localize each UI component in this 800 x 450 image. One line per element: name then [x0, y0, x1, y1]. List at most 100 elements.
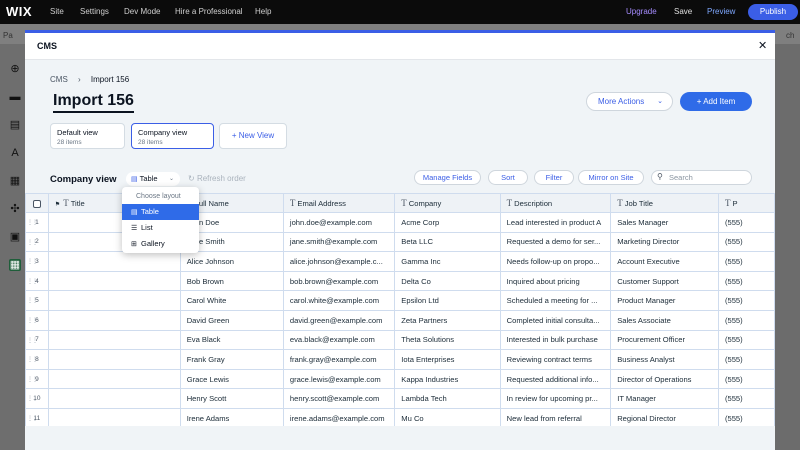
- layout-option-table[interactable]: ▤ Table: [122, 204, 199, 220]
- column-header-job-title[interactable]: T Job Title: [610, 193, 719, 213]
- more-actions-button[interactable]: More Actions ⌄: [586, 92, 673, 111]
- cms-icon[interactable]: ▦: [9, 259, 21, 271]
- cell-company[interactable]: Iota Enterprises: [394, 349, 501, 370]
- cell-full-name[interactable]: Eva Black: [179, 329, 284, 351]
- table-row[interactable]: ⋮⋮ 10 Henry Scott henry.scott@example.com La…: [25, 388, 775, 409]
- row-number[interactable]: ⋮⋮ 11: [25, 407, 49, 426]
- cell-full-name[interactable]: Alice Johnson: [179, 251, 284, 272]
- cell-email[interactable]: frank.gray@example.com: [282, 349, 396, 370]
- cell-email[interactable]: eva.black@example.com: [282, 329, 396, 351]
- cell-description[interactable]: New lead from referral: [499, 407, 612, 426]
- row-number[interactable]: ⋮⋮ 5: [25, 290, 49, 311]
- cell-phone[interactable]: (555): [717, 388, 775, 409]
- cell-title[interactable]: [47, 388, 181, 409]
- table-row[interactable]: ⋮⋮ 3 Alice Johnson alice.johnson@example.c.…: [25, 251, 775, 272]
- row-number[interactable]: ⋮⋮ 4: [25, 270, 49, 292]
- cell-title[interactable]: [47, 407, 181, 426]
- cell-email[interactable]: henry.scott@example.com: [282, 388, 396, 409]
- cell-phone[interactable]: (555): [717, 290, 775, 311]
- cell-job-title[interactable]: Business Analyst: [610, 349, 719, 370]
- cell-full-name[interactable]: Irene Adams: [179, 407, 284, 426]
- pages-icon[interactable]: ▤: [9, 119, 21, 131]
- cell-email[interactable]: irene.adams@example.com: [282, 407, 396, 426]
- layout-option-list[interactable]: ☰ List: [122, 220, 199, 236]
- cell-email[interactable]: david.green@example.com: [282, 309, 396, 331]
- menu-hire-professional[interactable]: Hire a Professional: [175, 7, 243, 16]
- media-icon[interactable]: ▣: [9, 231, 21, 243]
- cell-phone[interactable]: (555): [717, 349, 775, 370]
- cell-company[interactable]: Acme Corp: [394, 212, 501, 233]
- apps-icon[interactable]: ▦: [9, 175, 21, 187]
- row-number[interactable]: ⋮⋮ 1: [25, 212, 49, 233]
- drag-handle-icon[interactable]: ⋮⋮: [27, 278, 38, 285]
- add-item-button[interactable]: + Add Item: [680, 92, 752, 111]
- cell-full-name[interactable]: Grace Lewis: [179, 368, 284, 390]
- drag-handle-icon[interactable]: ⋮⋮: [27, 415, 38, 422]
- cell-job-title[interactable]: Customer Support: [610, 270, 719, 292]
- cell-job-title[interactable]: Marketing Director: [610, 231, 719, 253]
- row-number[interactable]: ⋮⋮ 7: [25, 329, 49, 351]
- drag-handle-icon[interactable]: ⋮⋮: [27, 297, 38, 304]
- table-row[interactable]: ⋮⋮ 4 Bob Brown bob.brown@example.com Delta C…: [25, 270, 775, 292]
- cell-email[interactable]: grace.lewis@example.com: [282, 368, 396, 390]
- cell-full-name[interactable]: David Green: [179, 309, 284, 331]
- cell-description[interactable]: Reviewing contract terms: [499, 349, 612, 370]
- cell-description[interactable]: Interested in bulk purchase: [499, 329, 612, 351]
- cell-email[interactable]: bob.brown@example.com: [282, 270, 396, 292]
- cell-title[interactable]: [47, 251, 181, 272]
- drag-handle-icon[interactable]: ⋮⋮: [27, 337, 38, 344]
- drag-handle-icon[interactable]: ⋮⋮: [27, 258, 38, 265]
- menu-settings[interactable]: Settings: [80, 7, 109, 16]
- search-input[interactable]: [669, 172, 749, 183]
- drag-handle-icon[interactable]: ⋮⋮: [27, 219, 38, 226]
- cell-phone[interactable]: (555): [717, 270, 775, 292]
- refresh-order-button[interactable]: ↻ Refresh order: [188, 174, 246, 183]
- theme-icon[interactable]: A: [9, 147, 21, 159]
- column-header-email[interactable]: T Email Address: [282, 193, 396, 213]
- mirror-on-site-button[interactable]: Mirror on Site: [578, 170, 644, 185]
- menu-dev-mode[interactable]: Dev Mode: [124, 7, 160, 16]
- cell-job-title[interactable]: Procurement Officer: [610, 329, 719, 351]
- cell-title[interactable]: [47, 349, 181, 370]
- cell-email[interactable]: carol.white@example.com: [282, 290, 396, 311]
- filter-button[interactable]: Filter: [534, 170, 574, 185]
- breadcrumb-root[interactable]: CMS: [50, 75, 68, 84]
- page-title[interactable]: Import 156: [53, 92, 134, 113]
- cell-description[interactable]: Needs follow-up on propo...: [499, 251, 612, 272]
- cell-description[interactable]: Requested a demo for ser...: [499, 231, 612, 253]
- cell-full-name[interactable]: Bob Brown: [179, 270, 284, 292]
- cell-job-title[interactable]: Director of Operations: [610, 368, 719, 390]
- add-icon[interactable]: ⊕: [9, 63, 21, 75]
- market-icon[interactable]: ✣: [9, 203, 21, 215]
- save-button[interactable]: Save: [674, 7, 692, 16]
- cell-description[interactable]: Requested additional info...: [499, 368, 612, 390]
- layout-option-gallery[interactable]: ⊞ Gallery: [122, 236, 199, 252]
- cell-full-name[interactable]: Carol White: [179, 290, 284, 311]
- view-card-default[interactable]: Default view 28 items: [50, 123, 125, 149]
- cell-title[interactable]: [47, 290, 181, 311]
- cell-job-title[interactable]: Product Manager: [610, 290, 719, 311]
- drag-handle-icon[interactable]: ⋮⋮: [27, 376, 38, 383]
- cell-phone[interactable]: (555): [717, 407, 775, 426]
- cell-company[interactable]: Delta Co: [394, 270, 501, 292]
- table-row[interactable]: ⋮⋮ 9 Grace Lewis grace.lewis@example.com Kap…: [25, 368, 775, 390]
- cell-phone[interactable]: (555): [717, 309, 775, 331]
- row-number[interactable]: ⋮⋮ 2: [25, 231, 49, 253]
- table-row[interactable]: ⋮⋮ 6 David Green david.green@example.com Zet…: [25, 309, 775, 331]
- cell-full-name[interactable]: Frank Gray: [179, 349, 284, 370]
- cell-company[interactable]: Mu Co: [394, 407, 501, 426]
- cell-email[interactable]: jane.smith@example.com: [282, 231, 396, 253]
- cell-phone[interactable]: (555): [717, 329, 775, 351]
- cell-title[interactable]: [47, 270, 181, 292]
- cell-full-name[interactable]: Henry Scott: [179, 388, 284, 409]
- cell-company[interactable]: Epsilon Ltd: [394, 290, 501, 311]
- sections-icon[interactable]: ▬: [9, 91, 21, 103]
- cell-title[interactable]: [47, 309, 181, 331]
- manage-fields-button[interactable]: Manage Fields: [414, 170, 481, 185]
- cell-phone[interactable]: (555): [717, 251, 775, 272]
- cell-description[interactable]: Lead interested in product A: [499, 212, 612, 233]
- new-view-button[interactable]: + New View: [219, 123, 287, 149]
- drag-handle-icon[interactable]: ⋮⋮: [27, 356, 38, 363]
- table-row[interactable]: ⋮⋮ 8 Frank Gray frank.gray@example.com Iota …: [25, 349, 775, 370]
- table-row[interactable]: ⋮⋮ 7 Eva Black eva.black@example.com Theta S…: [25, 329, 775, 351]
